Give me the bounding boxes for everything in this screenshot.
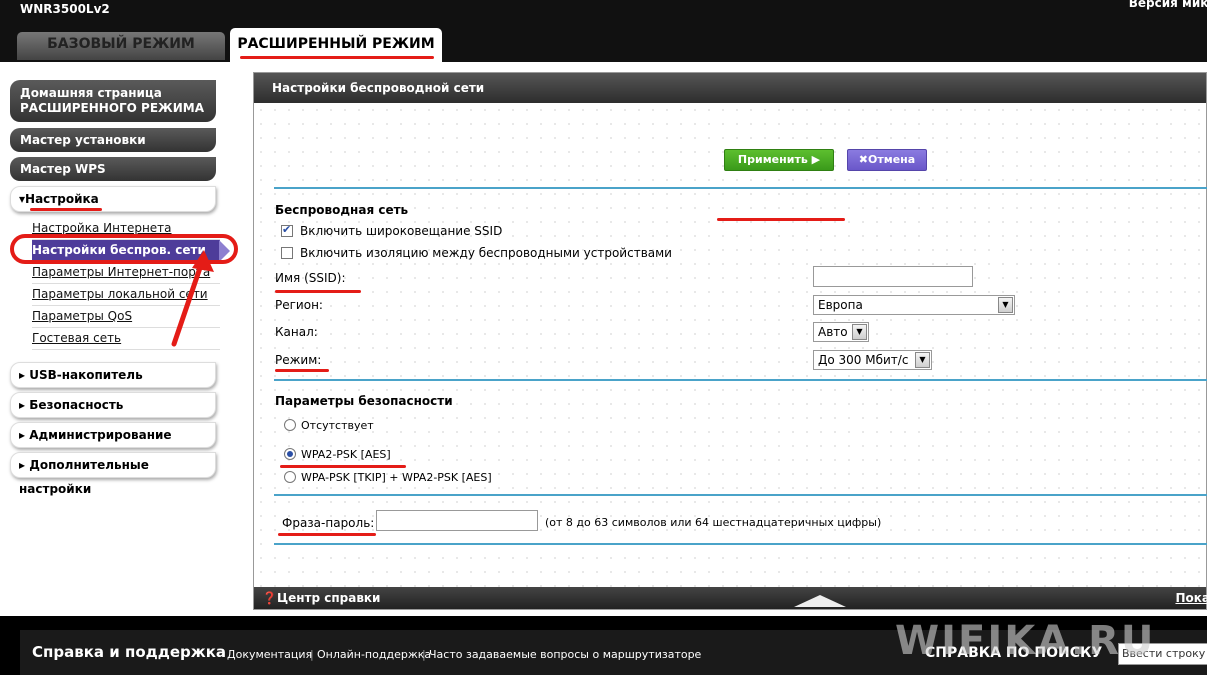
support-title: Справка и поддержка <box>32 643 227 661</box>
sidebar-item-home[interactable]: Домашняя страница РАСШИРЕННОГО РЕЖИМА <box>10 80 216 122</box>
chevron-down-icon: ▼ <box>852 324 867 340</box>
apply-button[interactable]: Применить ▶ <box>724 149 834 171</box>
cancel-button[interactable]: ✖Отмена <box>847 149 927 171</box>
link-separator: | <box>422 648 426 661</box>
help-center-link[interactable]: ❓Центр справки <box>262 587 380 609</box>
channel-value: Авто <box>818 325 848 339</box>
passphrase-input[interactable] <box>376 510 538 531</box>
security-section-title: Параметры безопасности <box>275 394 453 408</box>
isolation-checkbox[interactable] <box>281 247 293 259</box>
mode-label: Режим: <box>275 353 322 367</box>
faq-link[interactable]: Часто задаваемые вопросы о маршрутизатор… <box>429 648 701 661</box>
isolation-label: Включить изоляцию между беспроводными ус… <box>300 246 672 260</box>
annotation-underline <box>240 56 434 59</box>
top-header: WNR3500Lv2 Версия микр БАЗОВЫЙ РЕЖИМ РАС… <box>0 0 1207 62</box>
divider <box>274 543 1207 545</box>
divider <box>274 379 1207 381</box>
mode-value: До 300 Мбит/с <box>818 353 909 367</box>
wireless-section-title: Беспроводная сеть <box>275 203 409 217</box>
ssid-broadcast-checkbox[interactable] <box>281 223 293 237</box>
annotation-underline <box>717 218 845 221</box>
divider <box>274 494 1207 496</box>
annotation-underline <box>275 290 361 293</box>
chevron-down-icon: ▼ <box>915 352 930 368</box>
panel-title: Настройки беспроводной сети <box>254 73 1206 103</box>
watermark-logo: WIFIKA.RU <box>895 618 1156 664</box>
annotation-underline <box>278 533 376 536</box>
annotation-underline <box>275 369 329 372</box>
panel-footer: ❓Центр справки Пока <box>254 587 1207 609</box>
security-mixed-label: WPA-PSK [TKIP] + WPA2-PSK [AES] <box>301 471 492 484</box>
security-wpa2-radio[interactable] <box>284 448 296 460</box>
router-model: WNR3500Lv2 <box>20 2 110 16</box>
divider <box>274 187 1207 189</box>
annotation-underline <box>30 208 102 211</box>
sidebar-item-admin[interactable]: ▸ Администрирование <box>10 422 216 448</box>
link-separator: | <box>310 648 314 661</box>
region-select[interactable]: Европа ▼ <box>813 295 1015 315</box>
ssid-label: Имя (SSID): <box>275 271 346 285</box>
collapse-triangle-icon[interactable] <box>794 595 846 607</box>
security-none-radio[interactable] <box>284 419 296 431</box>
security-none-label: Отсутствует <box>301 419 374 432</box>
passphrase-label: Фраза-пароль: <box>282 516 375 530</box>
sidebar-item-wps[interactable]: Мастер WPS <box>10 157 216 181</box>
channel-select[interactable]: Авто ▼ <box>813 322 869 342</box>
security-wpa2-label: WPA2-PSK [AES] <box>301 448 391 461</box>
ssid-broadcast-label: Включить широковещание SSID <box>300 224 503 238</box>
firmware-version: Версия микр <box>1128 0 1207 10</box>
show-link[interactable]: Пока <box>1175 587 1207 609</box>
annotation-underline <box>280 465 406 468</box>
sidebar-item-advanced[interactable]: ▸ Дополнительные настройки <box>10 452 216 496</box>
region-label: Регион: <box>275 298 323 312</box>
annotation-arrow-icon <box>171 250 214 347</box>
panel-body: Применить ▶ ✖Отмена Беспроводная сеть Вк… <box>254 103 1207 589</box>
passphrase-hint: (от 8 до 63 символов или 64 шестнадцатер… <box>545 516 882 529</box>
sidebar-item-security[interactable]: ▸ Безопасность <box>10 392 216 418</box>
sidebar-item-usb[interactable]: ▸ USB-накопитель <box>10 362 216 388</box>
ssid-input[interactable] <box>813 266 973 287</box>
chevron-down-icon: ▼ <box>998 297 1013 313</box>
channel-label: Канал: <box>275 325 318 339</box>
online-support-link[interactable]: Онлайн-поддержка <box>317 648 431 661</box>
wireless-settings-panel: Настройки беспроводной сети Применить ▶ … <box>253 72 1207 610</box>
sidebar-item-wizard[interactable]: Мастер установки <box>10 128 216 152</box>
region-value: Европа <box>818 298 863 312</box>
mode-select[interactable]: До 300 Мбит/с ▼ <box>813 350 932 370</box>
tab-basic-mode[interactable]: БАЗОВЫЙ РЕЖИМ <box>17 32 225 60</box>
security-mixed-radio[interactable] <box>284 471 296 483</box>
docs-link[interactable]: Документация <box>227 648 312 661</box>
